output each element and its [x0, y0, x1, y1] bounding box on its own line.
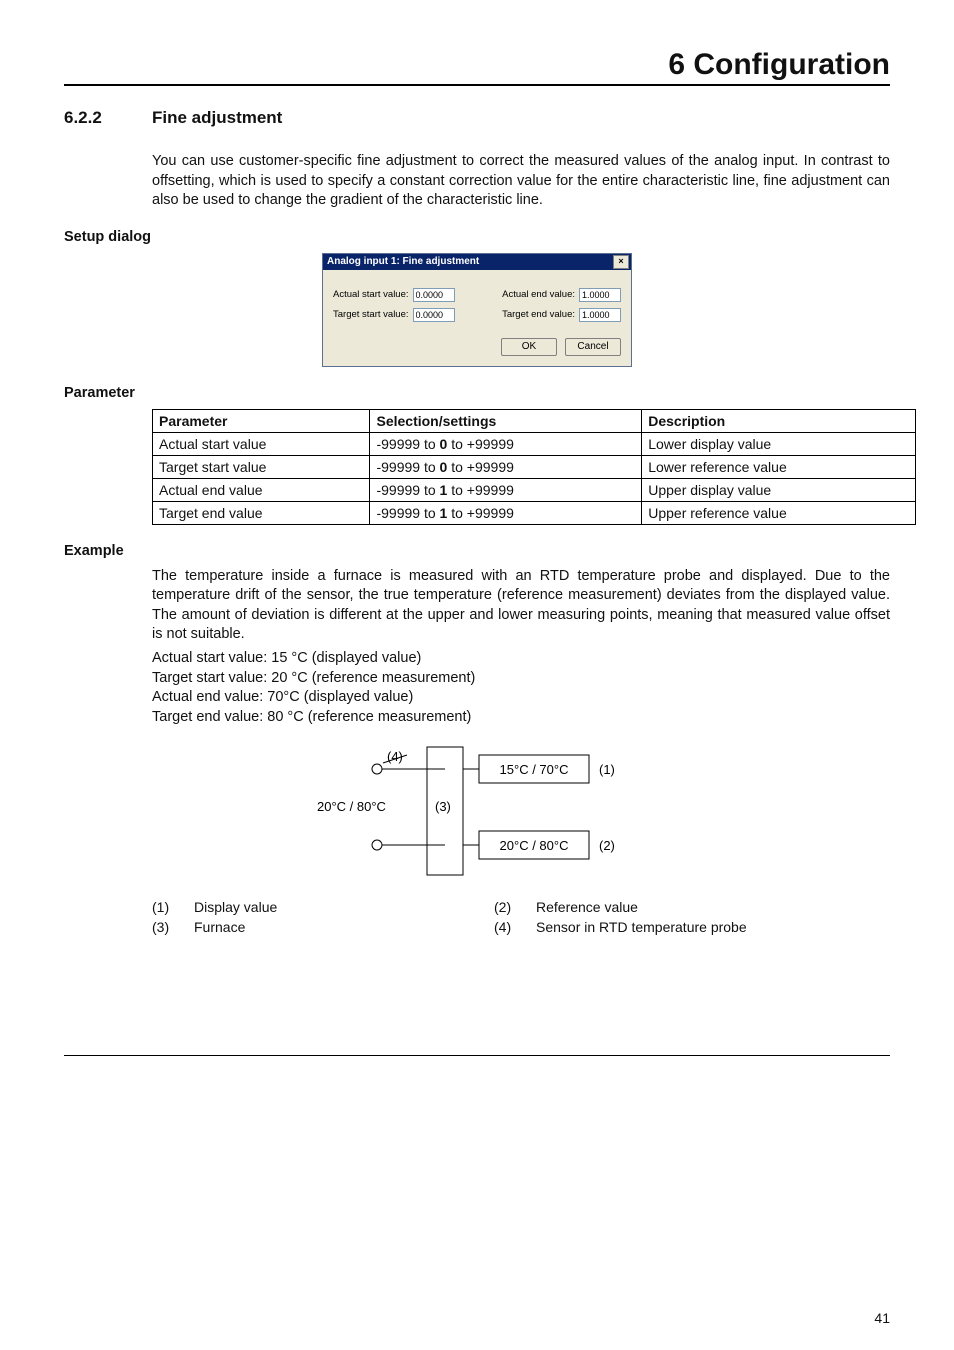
example-line: Actual end value: 70°C (displayed value): [152, 688, 890, 708]
legend-text: Furnace: [194, 919, 494, 935]
example-line: Target start value: 20 °C (reference mea…: [152, 669, 890, 689]
dialog-titlebar: Analog input 1: Fine adjustment ×: [323, 254, 631, 270]
intro-paragraph: You can use customer-specific fine adjus…: [152, 152, 890, 211]
actual-start-input[interactable]: [413, 288, 455, 302]
table-row: Target end value-99999 to 1 to +99999Upp…: [153, 501, 916, 524]
legend-num: (1): [152, 899, 194, 915]
chapter-title: 6 Configuration: [64, 48, 890, 86]
section-heading: 6.2.2 Fine adjustment: [64, 108, 890, 128]
section-title: Fine adjustment: [152, 108, 282, 128]
target-start-label: Target start value:: [333, 309, 409, 320]
example-diagram: 15°C / 70°C 20°C / 80°C 20°C / 80°C (1) …: [307, 741, 647, 881]
legend-text: Sensor in RTD temperature probe: [536, 919, 836, 935]
th-description: Description: [642, 409, 916, 432]
diagram-left-label: 20°C / 80°C: [317, 799, 386, 814]
diagram-n4: (4): [387, 749, 403, 764]
dialog-title: Analog input 1: Fine adjustment: [327, 256, 479, 267]
legend-text: Display value: [194, 899, 494, 915]
diagram-box1: 15°C / 70°C: [500, 762, 569, 777]
subhead-setup-dialog: Setup dialog: [64, 229, 890, 245]
diagram-legend: (1) Display value (2) Reference value (3…: [152, 899, 890, 935]
cancel-button[interactable]: Cancel: [565, 338, 621, 356]
example-line: Target end value: 80 °C (reference measu…: [152, 708, 890, 728]
table-row: Actual end value-99999 to 1 to +99999Upp…: [153, 478, 916, 501]
example-paragraph: The temperature inside a furnace is meas…: [152, 567, 890, 645]
setup-dialog: Analog input 1: Fine adjustment × Actual…: [322, 253, 632, 367]
actual-end-input[interactable]: [579, 288, 621, 302]
parameter-table: Parameter Selection/settings Description…: [152, 409, 916, 525]
diagram-n2: (2): [599, 838, 615, 853]
actual-end-label: Actual end value:: [502, 289, 575, 300]
legend-num: (4): [494, 919, 536, 935]
page-number: 41: [874, 1310, 890, 1326]
close-icon[interactable]: ×: [613, 255, 629, 269]
target-end-input[interactable]: [579, 308, 621, 322]
th-param: Parameter: [153, 409, 370, 432]
actual-start-label: Actual start value:: [333, 289, 409, 300]
table-row: Actual start value-99999 to 0 to +99999L…: [153, 432, 916, 455]
legend-num: (2): [494, 899, 536, 915]
diagram-box2: 20°C / 80°C: [500, 838, 569, 853]
target-start-input[interactable]: [413, 308, 455, 322]
legend-text: Reference value: [536, 899, 836, 915]
diagram-n1: (1): [599, 762, 615, 777]
th-selection: Selection/settings: [370, 409, 642, 432]
example-line: Actual start value: 15 °C (displayed val…: [152, 649, 890, 669]
target-end-label: Target end value:: [502, 309, 575, 320]
legend-num: (3): [152, 919, 194, 935]
table-row: Target start value-99999 to 0 to +99999L…: [153, 455, 916, 478]
subhead-example: Example: [64, 543, 890, 559]
diagram-n3: (3): [435, 799, 451, 814]
section-number: 6.2.2: [64, 108, 136, 128]
subhead-parameter: Parameter: [64, 385, 890, 401]
ok-button[interactable]: OK: [501, 338, 557, 356]
